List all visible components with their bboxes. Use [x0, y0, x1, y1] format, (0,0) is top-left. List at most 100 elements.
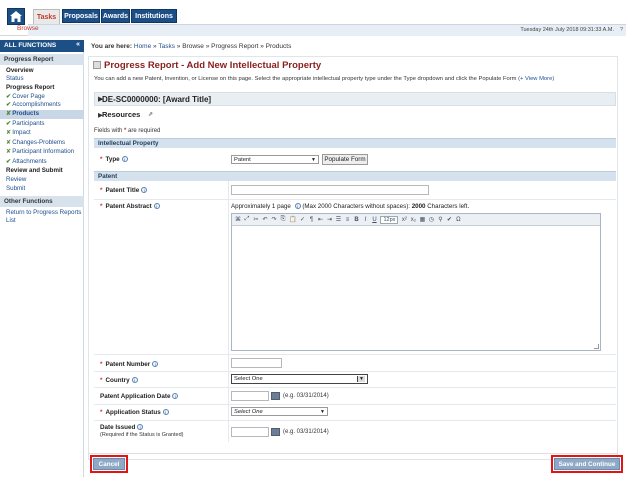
font-size-select[interactable]: 12px: [380, 215, 399, 224]
abstract-note-pre: Approximately 1 page: [231, 203, 291, 210]
info-icon[interactable]: i: [153, 203, 160, 210]
sidebar-item-changes-problems[interactable]: ✘Changes-Problems: [6, 139, 65, 146]
clock-icon[interactable]: ◷: [428, 216, 434, 223]
spellcheck-dropdown-icon[interactable]: ✔: [446, 216, 452, 223]
type-label-text: Type: [105, 156, 120, 163]
sidebar-item-participant-information[interactable]: ✘Participant Information: [6, 148, 74, 155]
info-icon[interactable]: i: [137, 424, 144, 431]
patent-title-label: * Patent Title i: [100, 187, 148, 194]
date-issued-input[interactable]: [231, 427, 269, 437]
cut-icon[interactable]: ✂: [253, 216, 259, 223]
sidebar-item-status[interactable]: Status: [6, 75, 24, 82]
paragraph-icon[interactable]: ¶: [308, 217, 314, 223]
required-star-icon: *: [100, 377, 103, 384]
section-intellectual-property: Intellectual Property: [94, 138, 616, 148]
breadcrumb-home[interactable]: Home: [134, 43, 151, 50]
info-icon[interactable]: i: [172, 393, 179, 400]
row-divider: [94, 199, 616, 200]
country-label: * Country i: [100, 377, 138, 384]
row-divider: [94, 371, 616, 372]
sidebar-item-submit[interactable]: Submit: [6, 185, 25, 192]
spellcheck-icon[interactable]: ✓: [299, 216, 305, 223]
sidebar-section-progress-report: Progress Report: [0, 54, 84, 65]
calendar-icon[interactable]: [271, 392, 280, 400]
calendar-icon[interactable]: [271, 428, 280, 436]
tab-institutions[interactable]: Institutions: [131, 9, 177, 23]
tab-tasks[interactable]: Tasks: [33, 9, 60, 24]
award-title[interactable]: DE-SC0000000: [Award Title]: [102, 95, 211, 104]
sidebar-item-progress-report: Progress Report: [6, 84, 55, 91]
tab-proposals[interactable]: Proposals: [62, 9, 100, 23]
populate-form-button[interactable]: Populate Form: [322, 154, 368, 165]
date-format-hint: (e.g. 03/31/2014): [283, 393, 329, 399]
underline-icon[interactable]: U: [371, 217, 377, 223]
redo-icon[interactable]: ↷: [271, 216, 277, 223]
italic-icon[interactable]: I: [362, 217, 368, 223]
cancel-button[interactable]: Cancel: [93, 458, 125, 470]
info-icon[interactable]: i: [152, 361, 159, 368]
page-description: You can add a new Patent, Invention, or …: [94, 76, 554, 82]
maximize-icon[interactable]: ⤢: [244, 216, 250, 223]
patent-title-input[interactable]: [231, 185, 429, 195]
sidebar-item-participants[interactable]: ✔Participants: [6, 120, 45, 127]
sidebar-item-cover-page[interactable]: ✔Cover Page: [6, 93, 45, 100]
required-star-icon: *: [100, 156, 103, 163]
patent-application-date-input[interactable]: [231, 391, 269, 401]
info-icon[interactable]: i: [141, 187, 148, 194]
view-more-link[interactable]: (+ View More): [518, 76, 554, 82]
resources-link[interactable]: Resources: [102, 110, 140, 119]
application-status-select[interactable]: Select One ▼: [231, 407, 328, 416]
help-link[interactable]: ?: [620, 27, 623, 33]
paste-icon[interactable]: 📋: [289, 216, 296, 223]
current-date: Tuesday 24th July 2018 09:31:33 A.M.: [520, 27, 614, 33]
sidebar-item-accomplishments[interactable]: ✔Accomplishments: [6, 101, 61, 108]
info-icon[interactable]: i: [121, 156, 128, 163]
breadcrumb-tasks[interactable]: Tasks: [158, 43, 175, 50]
page-title: Progress Report - Add New Intellectual P…: [104, 60, 322, 71]
info-icon[interactable]: i: [294, 203, 301, 210]
patent-application-date-label-text: Patent Application Date: [100, 393, 171, 400]
breadcrumb-separator: »: [153, 43, 157, 50]
save-and-continue-button[interactable]: Save and Continue: [554, 458, 620, 470]
subnav-browse[interactable]: Browse: [17, 25, 39, 32]
undo-icon[interactable]: ↶: [262, 216, 268, 223]
sidebar-item-list[interactable]: List: [6, 217, 16, 224]
sidebar-item-return-to-progress-reports[interactable]: Return to Progress Reports: [6, 209, 81, 216]
breadcrumb-prefix: You are here:: [91, 43, 133, 50]
source-icon[interactable]: ⌘: [235, 216, 241, 223]
editor-content-area[interactable]: [232, 226, 600, 350]
sidebar-title: ALL FUNCTIONS «: [0, 40, 84, 52]
collapse-sidebar-icon[interactable]: «: [76, 41, 80, 48]
sidebar-item-review[interactable]: Review: [6, 176, 26, 183]
patent-abstract-label: * Patent Abstract i: [100, 203, 160, 210]
sidebar: ALL FUNCTIONS « Progress Report Overview…: [0, 40, 84, 477]
bulleted-list-icon[interactable]: ≡: [344, 217, 350, 223]
sidebar-item-label: Cover Page: [12, 93, 45, 100]
sidebar-item-products[interactable]: ✘Products: [0, 110, 84, 119]
patent-number-label: * Patent Number i: [100, 361, 159, 368]
abstract-rich-text-editor[interactable]: ⌘ ⤢ ✂ ↶ ↷ ⎘ 📋 ✓ ¶ ⇤ ⇥ ☰ ≡ B I U 12px x² …: [231, 213, 601, 351]
special-char-icon[interactable]: Ω: [455, 217, 461, 223]
incomplete-icon: ✘: [6, 110, 12, 117]
indent-icon[interactable]: ⇥: [326, 216, 332, 223]
sidebar-item-impact[interactable]: ✘Impact: [6, 129, 31, 136]
copy-icon[interactable]: ⎘: [280, 216, 286, 223]
find-icon[interactable]: ⚲: [437, 216, 443, 223]
superscript-icon[interactable]: x²: [401, 217, 407, 223]
outdent-icon[interactable]: ⇤: [317, 216, 323, 223]
external-link-icon[interactable]: ⇗: [148, 111, 153, 118]
type-select[interactable]: Patent ▼: [231, 155, 319, 164]
bold-icon[interactable]: B: [353, 217, 359, 223]
table-icon[interactable]: ▦: [419, 216, 426, 223]
info-icon[interactable]: i: [131, 377, 138, 384]
info-icon[interactable]: i: [162, 409, 169, 416]
numbered-list-icon[interactable]: ☰: [335, 216, 341, 223]
row-divider: [94, 404, 616, 405]
tab-awards[interactable]: Awards: [101, 9, 130, 23]
sidebar-item-attachments[interactable]: ✔Attachments: [6, 158, 47, 165]
patent-number-input[interactable]: [231, 358, 282, 368]
home-icon[interactable]: [7, 8, 25, 25]
subscript-icon[interactable]: x₂: [410, 217, 416, 223]
country-select[interactable]: Select One ▼: [231, 374, 368, 384]
resize-handle[interactable]: [594, 344, 599, 349]
